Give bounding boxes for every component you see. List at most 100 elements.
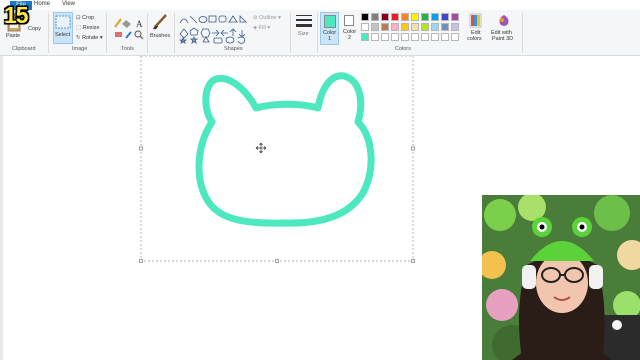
separator [522, 13, 523, 53]
palette-swatch[interactable] [441, 23, 449, 31]
paint3d-line2: Paint 3D [492, 36, 514, 42]
tools-icons: A [114, 18, 144, 40]
edit-colors-button[interactable]: Edit colors [466, 13, 486, 45]
color-picker-icon [125, 31, 132, 39]
color-palette [361, 13, 465, 43]
palette-swatch[interactable] [421, 33, 429, 41]
separator [290, 13, 291, 53]
color2-number: 2 [348, 35, 352, 41]
palette-swatch[interactable] [431, 33, 439, 41]
palette-swatch[interactable] [391, 33, 399, 41]
resize-button[interactable]: ⬚ Resize [76, 25, 100, 31]
palette-swatch[interactable] [441, 13, 449, 21]
paint3d-icon [499, 15, 509, 26]
outline-button[interactable]: ⊘ Outline ▾ [253, 15, 281, 21]
tab-view[interactable]: View [62, 1, 75, 7]
text-icon: A [136, 19, 143, 29]
palette-swatch[interactable] [381, 33, 389, 41]
palette-swatch[interactable] [381, 13, 389, 21]
palette-swatch[interactable] [391, 13, 399, 21]
hexagon-icon [200, 28, 211, 38]
curve-icon [179, 18, 189, 24]
canvas-left-edge [0, 56, 3, 360]
paste-label: Paste [6, 33, 21, 39]
diamond-icon [179, 28, 189, 39]
color1-number: 1 [328, 36, 332, 42]
palette-swatch[interactable] [401, 33, 409, 41]
svg-text:A: A [136, 19, 143, 29]
shapes-gallery[interactable] [178, 14, 250, 44]
separator [174, 13, 175, 53]
palette-swatch[interactable] [361, 23, 369, 31]
tab-home[interactable]: Home [34, 1, 50, 7]
selection-handle [139, 259, 143, 263]
arrow-left-icon [220, 29, 228, 37]
selection-handle [411, 259, 415, 263]
colors-group-label: Colors [395, 46, 411, 52]
palette-swatch[interactable] [421, 23, 429, 31]
callout-oval-icon [225, 36, 235, 44]
clipboard-group-label: Clipboard [12, 46, 36, 52]
palette-swatch[interactable] [401, 13, 409, 21]
color2-swatch [344, 15, 354, 26]
palette-swatch[interactable] [411, 33, 419, 41]
magnifier-icon [134, 30, 144, 40]
select-icon [55, 15, 71, 29]
separator [106, 13, 107, 53]
copy-button[interactable]: Copy [28, 26, 41, 32]
color1-swatch [324, 15, 336, 28]
crop-button[interactable]: ⊡ Crop [76, 15, 94, 21]
triangle-icon [228, 15, 238, 23]
palette-swatch[interactable] [391, 23, 399, 31]
star5-icon [189, 35, 199, 44]
selection-handle [275, 259, 279, 263]
palette-swatch[interactable] [371, 33, 379, 41]
size-label: Size [298, 31, 309, 37]
palette-swatch[interactable] [451, 23, 459, 31]
color2-button[interactable]: Color 2 [341, 12, 359, 45]
palette-swatch[interactable] [431, 13, 439, 21]
edit-with-paint3d-button[interactable]: Edit with Paint 3D [490, 13, 518, 45]
fill-button[interactable]: ◈ Fill ▾ [253, 25, 270, 31]
pentagon-icon [189, 27, 199, 36]
rotate-button[interactable]: ↻ Rotate ▾ [76, 35, 103, 41]
palette-swatch[interactable] [401, 23, 409, 31]
right-triangle-icon [239, 15, 247, 23]
palette-swatch[interactable] [381, 23, 389, 31]
eraser-icon [115, 32, 122, 37]
fill-icon [122, 20, 131, 28]
color1-button[interactable]: Color 1 [320, 12, 339, 45]
callout-rect-icon [213, 37, 223, 44]
selection-handle [411, 146, 415, 151]
palette-swatch[interactable] [371, 13, 379, 21]
webcam-overlay [482, 195, 640, 360]
separator [317, 13, 318, 53]
palette-swatch[interactable] [451, 33, 459, 41]
star4-icon [178, 36, 188, 44]
shapes-group-label: Shapes [224, 46, 243, 52]
tools-group-label: Tools [121, 46, 134, 52]
palette-swatch[interactable] [411, 23, 419, 31]
palette-swatch[interactable] [451, 13, 459, 21]
select-label: Select [55, 32, 71, 38]
palette-edit-icon [469, 13, 482, 28]
palette-swatch[interactable] [361, 13, 369, 21]
callout-cloud-icon [237, 36, 246, 44]
line-icon [189, 15, 198, 24]
palette-swatch[interactable] [421, 13, 429, 21]
image-group-label: Image [72, 46, 88, 52]
select-button[interactable]: Select [53, 12, 73, 44]
palette-swatch[interactable] [411, 13, 419, 21]
palette-swatch[interactable] [431, 23, 439, 31]
palette-swatch[interactable] [371, 23, 379, 31]
palette-swatch[interactable] [441, 33, 449, 41]
arrow-up-icon [229, 28, 237, 36]
size-button[interactable]: Size [294, 13, 314, 45]
brushes-button[interactable]: Brushes [150, 12, 172, 44]
bear-head-drawing [195, 72, 375, 227]
streamer-video-frame [482, 195, 640, 360]
frame-counter-overlay: 15 [4, 2, 29, 28]
separator [48, 13, 49, 53]
edit-colors-line2: colors [467, 36, 482, 42]
palette-swatch[interactable] [361, 33, 369, 41]
